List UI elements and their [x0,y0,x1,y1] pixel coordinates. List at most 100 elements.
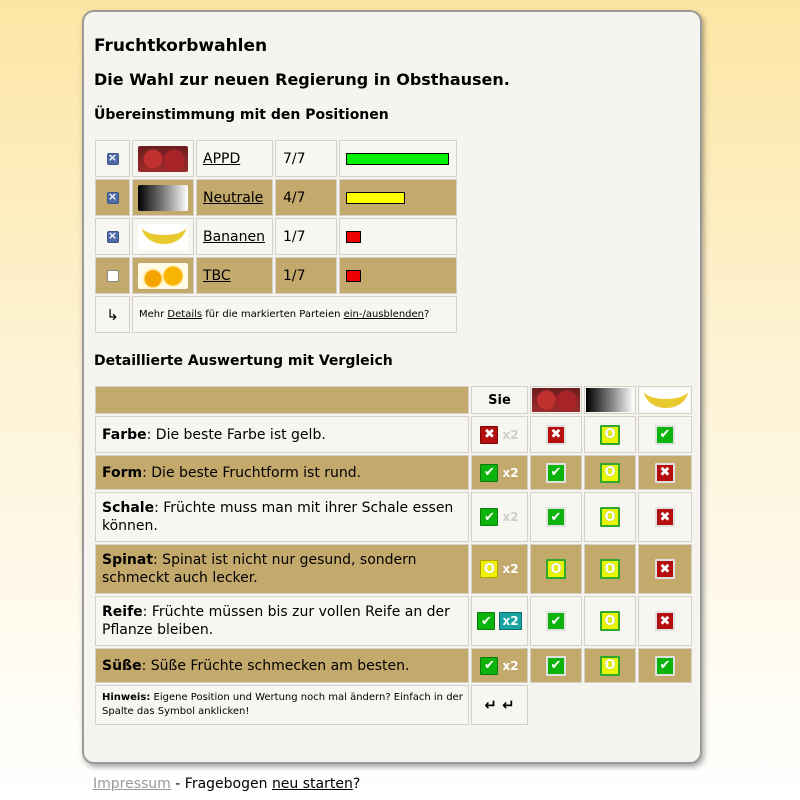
party-answer-ban: ✔ [638,648,692,683]
thesis-title: Form [102,464,143,481]
party-name-link[interactable]: TBC [197,268,231,284]
banana-image [640,388,690,412]
details-text-cell: Mehr Details für die markierten Parteien… [132,296,457,333]
weight-toggle[interactable]: x2 [502,466,518,480]
party-answer-ban: ✖ [638,455,692,490]
party-answer-appd: ✔ [530,455,582,490]
thesis-statement: : Früchte muss man mit ihrer Schale esse… [102,500,454,534]
oranges-image [138,262,188,289]
party-checkbox-cell[interactable] [95,179,130,216]
thesis-text: Farbe: Die beste Farbe ist gelb. [102,426,326,444]
party-score-cell: 1/7 [275,218,337,255]
party-bar-cell [339,257,457,294]
restart-link[interactable]: neu starten [272,776,353,792]
party-name-link[interactable]: Bananen [197,229,265,245]
party-checkbox[interactable] [106,151,119,165]
party-name-link[interactable]: APPD [197,151,240,167]
thesis-cell: Schale: Früchte muss man mit ihrer Schal… [95,492,469,542]
weight-toggle[interactable]: x2 [502,562,518,576]
your-answer-cell[interactable]: ✔ x2 [471,455,528,490]
your-answer-cell[interactable]: ✖ x2 [471,416,528,453]
toggle-details-link[interactable]: ein-/ausblenden [344,309,424,320]
cross-icon: ✖ [655,507,675,527]
your-cross-icon[interactable]: ✖ [480,425,499,444]
your-answer-cell[interactable]: ✔ x2 [471,648,528,683]
thesis-statement: : Früchte müssen bis zur vollen Reife an… [102,604,450,638]
your-answer-cell[interactable]: ✔ x2 [471,492,528,542]
hint-cell: Hinweis: Eigene Position und Wertung noc… [95,685,469,725]
party-answer-ban: ✖ [638,492,692,542]
details-text: Mehr Details für die markierten Parteien… [133,308,429,322]
party-score-cell: 7/7 [275,140,337,177]
party-answer-appd: ✖ [530,416,582,453]
details-link[interactable]: Details [167,309,202,320]
neutral-icon: O [600,507,620,527]
party-checkbox[interactable] [106,229,119,243]
compare-header-blank [95,386,469,414]
footer: Impressum - Fragebogen neu starten? [93,776,360,792]
weight-toggle[interactable]: x2 [502,659,518,673]
thesis-text: Schale: Früchte muss man mit ihrer Schal… [102,499,462,535]
thesis-cell: Süße: Süße Früchte schmecken am besten. [95,648,469,683]
party-name-cell: APPD [196,140,273,177]
neutral-icon: O [600,611,620,631]
party-checkbox[interactable] [106,269,119,282]
apples-image [532,388,580,412]
party-answer-ban: ✖ [638,596,692,646]
party-checkbox-cell[interactable] [95,218,130,255]
thesis-statement: : Die beste Farbe ist gelb. [146,426,326,443]
section-match-heading: Übereinstimmung mit den Positionen [94,107,389,123]
party-answer-appd: ✔ [530,492,582,542]
weight-toggle[interactable]: x2 [502,510,518,524]
party-answer-appd: ✔ [530,648,582,683]
compare-header-sie: Sie [471,386,528,414]
thesis-title: Spinat [102,552,154,568]
party-checkbox[interactable] [106,190,119,204]
party-answer-appd: ✔ [530,596,582,646]
party-score: 7/7 [283,150,306,167]
thesis-statement: : Die beste Fruchtform ist rund. [142,464,362,481]
party-answer-neu: O [584,492,636,542]
thesis-title: Süße [102,657,142,674]
party-checkbox-cell[interactable] [95,140,130,177]
your-check-icon[interactable]: ✔ [477,612,496,630]
your-check-icon[interactable]: ✔ [480,656,499,675]
return-arrows-icon: ↵ ↵ [484,696,515,714]
check-icon: ✔ [546,507,566,527]
cross-icon: ✖ [655,611,675,631]
check-icon: ✔ [655,424,675,445]
your-answer-cell[interactable]: ✔ x2 [471,596,528,646]
party-answer-neu: O [584,544,636,594]
weight-toggle[interactable]: x2 [502,428,518,442]
details-pre: Mehr [139,308,168,320]
your-neutral-icon[interactable]: O [480,560,499,578]
impressum-link[interactable]: Impressum [93,776,171,792]
details-arrow-cell[interactable]: ↳ [95,296,130,333]
your-answer-cell[interactable]: Ox2 [471,544,528,594]
party-answer-neu: O [584,596,636,646]
thesis-title: Reife [102,604,143,620]
party-score-cell: 4/7 [275,179,337,216]
apples-image [138,145,188,172]
check-icon: ✔ [546,655,566,676]
party-name-link[interactable]: Neutrale [197,190,263,206]
party-score: 4/7 [283,189,306,206]
party-answer-neu: O [584,416,636,453]
your-check-icon[interactable]: ✔ [480,463,499,482]
match-bar [346,230,361,243]
thesis-cell: Spinat: Spinat ist nicht nur gesund, son… [95,544,469,594]
party-bar-cell [339,179,457,216]
check-icon: ✔ [546,611,566,631]
party-checkbox-cell[interactable] [95,257,130,294]
party-name-cell: TBC [196,257,273,294]
thesis-text: Spinat: Spinat ist nicht nur gesund, son… [102,551,462,587]
your-check-icon[interactable]: ✔ [480,508,499,526]
weight-toggle[interactable]: x2 [499,612,522,630]
details-post: ? [424,308,430,320]
neutral-icon: O [600,424,620,445]
page-subtitle: Die Wahl zur neuen Regierung in Obsthaus… [94,70,510,89]
party-logo-cell [132,257,194,294]
match-bar [346,191,405,204]
neutral-icon: O [600,655,620,676]
thesis-text: Reife: Früchte müssen bis zur vollen Rei… [102,603,462,639]
